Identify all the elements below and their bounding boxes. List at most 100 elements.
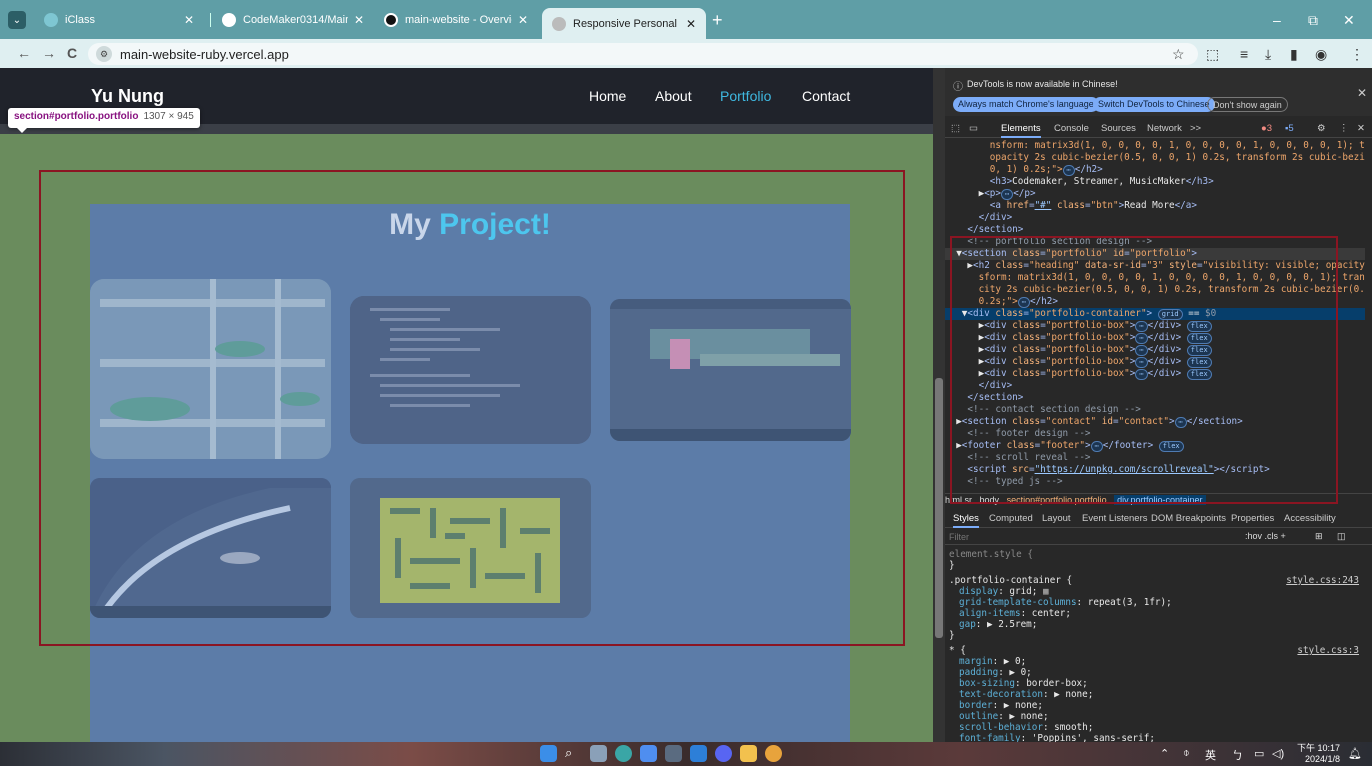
tab-iclass[interactable]: iClass ✕ [34, 7, 204, 33]
nav-portfolio[interactable]: Portfolio [720, 88, 771, 104]
tab-layout[interactable]: Layout [1042, 513, 1071, 524]
always-match-language-button[interactable]: Always match Chrome's language [953, 97, 1099, 112]
messages-badge[interactable]: ▪5 [1285, 123, 1294, 134]
forward-arrow-icon[interactable]: → [42, 45, 56, 61]
style-declaration[interactable]: gap: ▶ 2.5rem; [959, 619, 1037, 631]
close-icon[interactable]: ✕ [1357, 86, 1367, 100]
tab-properties[interactable]: Properties [1231, 513, 1274, 524]
errors-badge[interactable]: ●3 [1261, 123, 1272, 134]
tab-sources[interactable]: Sources [1101, 123, 1136, 134]
rule-source-link[interactable]: style.css:243 [1286, 575, 1359, 587]
settings-gear-icon[interactable]: ⚙ [1317, 123, 1326, 134]
show-hidden-icons-icon[interactable]: ⌃ [1160, 747, 1169, 760]
tab-dom-breakpoints[interactable]: DOM Breakpoints [1151, 513, 1226, 524]
nav-home[interactable]: Home [589, 88, 626, 104]
close-icon[interactable]: ✕ [184, 13, 194, 27]
download-icon[interactable]: ⤓ [1265, 46, 1271, 63]
close-icon[interactable]: ✕ [354, 13, 364, 27]
tab-elements[interactable]: Elements [1001, 123, 1041, 138]
new-tab-button[interactable]: + [712, 11, 723, 29]
style-declaration[interactable]: align-items: center; [959, 608, 1071, 620]
tab-vercel[interactable]: main-website - Overview - Ve ✕ [374, 7, 538, 33]
volume-icon[interactable]: ◁) [1272, 747, 1284, 760]
start-windows-icon[interactable] [540, 745, 557, 762]
minimize-button[interactable]: – [1273, 12, 1281, 28]
store-icon[interactable] [640, 745, 657, 762]
dom-line[interactable]: nsform: matrix3d(1, 0, 0, 0, 0, 1, 0, 0,… [945, 140, 1365, 152]
vscode-icon[interactable] [690, 745, 707, 762]
profile-avatar-icon[interactable]: ◉ [1315, 46, 1327, 63]
styles-filter-input[interactable] [949, 530, 1229, 543]
close-icon[interactable]: ✕ [518, 13, 528, 27]
style-declaration[interactable]: grid-template-columns: repeat(3, 1fr); [959, 597, 1172, 609]
dont-show-again-button[interactable]: Don't show again [1207, 97, 1288, 112]
new-style-rule-icon[interactable]: ⊞ [1315, 531, 1323, 542]
tab-styles[interactable]: Styles [953, 513, 979, 528]
tab-accessibility[interactable]: Accessibility [1284, 513, 1336, 524]
reload-icon[interactable]: C [67, 45, 77, 61]
bookmark-star-icon[interactable]: ☆ [1172, 46, 1185, 63]
dom-line[interactable]: <h3>Codemaker, Streamer, MusicMaker</h3> [945, 176, 1365, 188]
dom-line[interactable]: 0, 1) 0.2s;"> ⋯ </h2> [945, 164, 1365, 176]
style-declaration[interactable]: padding: ▶ 0; [959, 667, 1032, 679]
style-declaration[interactable]: font-family: 'Poppins', sans-serif; [959, 733, 1155, 742]
more-tabs-button[interactable]: >> [1190, 123, 1201, 134]
page-scrollbar-thumb[interactable] [935, 378, 943, 638]
switch-devtools-chinese-button[interactable]: Switch DevTools to Chinese [1093, 97, 1215, 112]
toggle-sidebar-icon[interactable]: ◫ [1337, 531, 1346, 542]
tab-portfolio[interactable]: Responsive Personal Portfolio ✕ [542, 8, 706, 39]
dom-line[interactable]: opacity 2s cubic-bezier(0.5, 0, 0, 1) 0.… [945, 152, 1365, 164]
ime-mode-icon[interactable]: ㄅ [1232, 747, 1243, 763]
file-explorer-icon[interactable] [740, 745, 757, 762]
tray-app-icon[interactable]: ⌽ [1183, 747, 1190, 760]
site-info-icon[interactable]: ⚙ [96, 46, 112, 62]
style-declaration[interactable]: text-decoration: ▶ none; [959, 689, 1093, 701]
discord-icon[interactable] [715, 745, 732, 762]
tab-network[interactable]: Network [1147, 123, 1182, 134]
nav-about[interactable]: About [655, 88, 692, 104]
notification-bell-icon[interactable]: 🔔︎ [1348, 747, 1362, 760]
tab-event-listeners[interactable]: Event Listeners [1082, 513, 1147, 524]
close-icon[interactable]: ✕ [686, 17, 696, 31]
close-window-button[interactable]: ✕ [1343, 12, 1355, 29]
devtools-menu-icon[interactable]: ⋮ [1339, 123, 1349, 134]
style-declaration[interactable]: scroll-behavior: smooth; [959, 722, 1093, 734]
rule-selector-portfolio-container[interactable]: .portfolio-container { [949, 575, 1072, 587]
rule-selector-universal[interactable]: * { [949, 645, 966, 657]
style-declaration[interactable]: outline: ▶ none; [959, 711, 1049, 723]
input-language-indicator[interactable]: 英 [1205, 747, 1216, 763]
nav-contact[interactable]: Contact [802, 88, 850, 104]
url-field[interactable]: ⚙ main-website-ruby.vercel.app [88, 43, 1198, 65]
restore-button[interactable]: ⧉ [1308, 12, 1318, 29]
tab-search-button[interactable]: ⌄ [8, 11, 26, 29]
menu-icon[interactable]: ⋮ [1350, 46, 1364, 63]
site-logo[interactable]: Yu Nung [91, 86, 164, 107]
inspect-element-icon[interactable]: ⬚ [951, 123, 960, 134]
filter-tools[interactable]: :hov .cls + [1245, 531, 1286, 541]
chrome-icon[interactable] [765, 745, 782, 762]
close-devtools-icon[interactable]: ✕ [1357, 123, 1365, 134]
tab-console[interactable]: Console [1054, 123, 1089, 134]
extensions-icon[interactable]: ⬚ [1206, 46, 1219, 63]
search-icon[interactable]: ⌕ [565, 745, 582, 762]
task-view-icon[interactable] [590, 745, 607, 762]
dom-line[interactable]: </div> [945, 212, 1365, 224]
notion-icon[interactable] [665, 745, 682, 762]
rule-source-link[interactable]: style.css:3 [1297, 645, 1359, 657]
style-declaration[interactable]: display: grid; ▦ [959, 586, 1049, 598]
network-icon[interactable]: ▭ [1254, 747, 1264, 760]
tab-computed[interactable]: Computed [989, 513, 1033, 524]
device-toolbar-icon[interactable]: ▭ [969, 123, 978, 134]
reading-list-icon[interactable]: ≡ [1240, 46, 1248, 62]
devtools-resize-gutter[interactable] [933, 68, 945, 742]
grid-editor-icon[interactable]: ▦ [1043, 586, 1049, 597]
back-arrow-icon[interactable]: ← [17, 45, 31, 61]
dom-line[interactable]: ▶<p> ⋯ </p> [945, 188, 1365, 200]
clock[interactable]: 下午 10:17 2024/1/8 [1297, 743, 1340, 765]
style-declaration[interactable]: border: ▶ none; [959, 700, 1043, 712]
copilot-icon[interactable] [615, 745, 632, 762]
tab-github[interactable]: CodeMaker0314/Main_Webs ✕ [212, 7, 374, 33]
style-declaration[interactable]: box-sizing: border-box; [959, 678, 1088, 690]
dom-line[interactable]: </section> [945, 224, 1365, 236]
dom-line[interactable]: <a href="#" class="btn">Read More</a> [945, 200, 1365, 212]
